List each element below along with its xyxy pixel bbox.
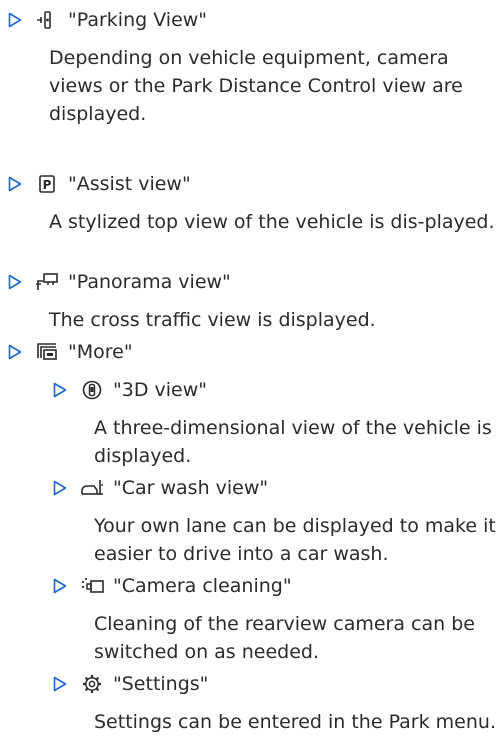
sub-list-item: "Car wash view" Your own lane can be dis…	[0, 474, 504, 565]
svg-text:P: P	[43, 178, 52, 192]
3d-view-icon	[79, 378, 105, 402]
item-description: A stylized top view of the vehicle is di…	[49, 211, 495, 233]
triangle-bullet-icon	[4, 173, 26, 195]
car-wash-icon	[79, 476, 105, 500]
triangle-bullet-icon	[49, 575, 71, 597]
item-label: "Assist view"	[68, 173, 191, 195]
list-item: P "Assist view" A stylized top view of t…	[0, 170, 504, 233]
triangle-bullet-icon	[4, 341, 26, 363]
triangle-bullet-icon	[4, 271, 26, 293]
sub-list-item: "3D view" A three-dimensional view of th…	[0, 376, 504, 467]
panorama-icon	[34, 270, 60, 294]
sub-item-label: "Camera cleaning"	[113, 575, 292, 597]
item-description: Depending on vehicle equipment, camera v…	[49, 47, 463, 125]
sub-list-item: "Settings" Settings can be entered in th…	[0, 670, 504, 733]
sub-item-label: "Car wash view"	[113, 477, 269, 499]
sub-item-description: A three-dimensional view of the vehicle …	[94, 417, 492, 467]
triangle-bullet-icon	[49, 379, 71, 401]
more-windows-icon	[34, 340, 60, 364]
sub-item-label: "Settings"	[113, 673, 209, 695]
item-description: The cross traffic view is displayed.	[49, 309, 376, 331]
item-label: "More"	[68, 341, 133, 363]
list-item: "Panorama view" The cross traffic view i…	[0, 268, 504, 331]
item-label: "Panorama view"	[68, 271, 231, 293]
settings-gear-icon	[79, 672, 105, 696]
sub-item-description: Your own lane can be displayed to make i…	[94, 515, 496, 565]
camera-cleaning-icon	[79, 574, 105, 598]
sub-item-description: Cleaning of the rearview camera can be s…	[94, 613, 475, 663]
triangle-bullet-icon	[49, 673, 71, 695]
list-item: "Parking View" Depending on vehicle equi…	[0, 6, 504, 125]
instruction-list: "Parking View" Depending on vehicle equi…	[0, 0, 504, 755]
triangle-bullet-icon	[49, 477, 71, 499]
list-item: "More"	[0, 338, 504, 366]
triangle-bullet-icon	[4, 9, 26, 31]
sub-item-description: Settings can be entered in the Park menu…	[94, 711, 496, 733]
parking-sensor-icon	[34, 8, 60, 32]
sub-list-item: "Camera cleaning" Cleaning of the rearvi…	[0, 572, 504, 663]
item-label: "Parking View"	[68, 9, 208, 31]
sub-item-label: "3D view"	[113, 379, 207, 401]
park-p-icon: P	[34, 172, 60, 196]
